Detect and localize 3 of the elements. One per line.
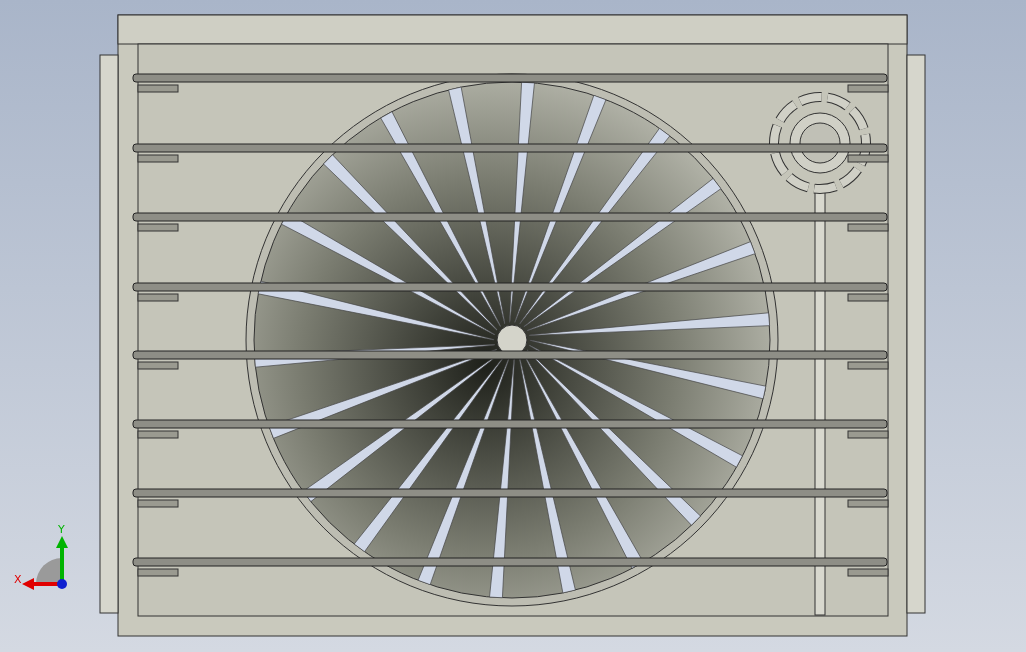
- x-axis-label: X: [14, 574, 22, 586]
- axis-triad-icon: [22, 536, 68, 590]
- y-axis-label: Y: [58, 524, 65, 536]
